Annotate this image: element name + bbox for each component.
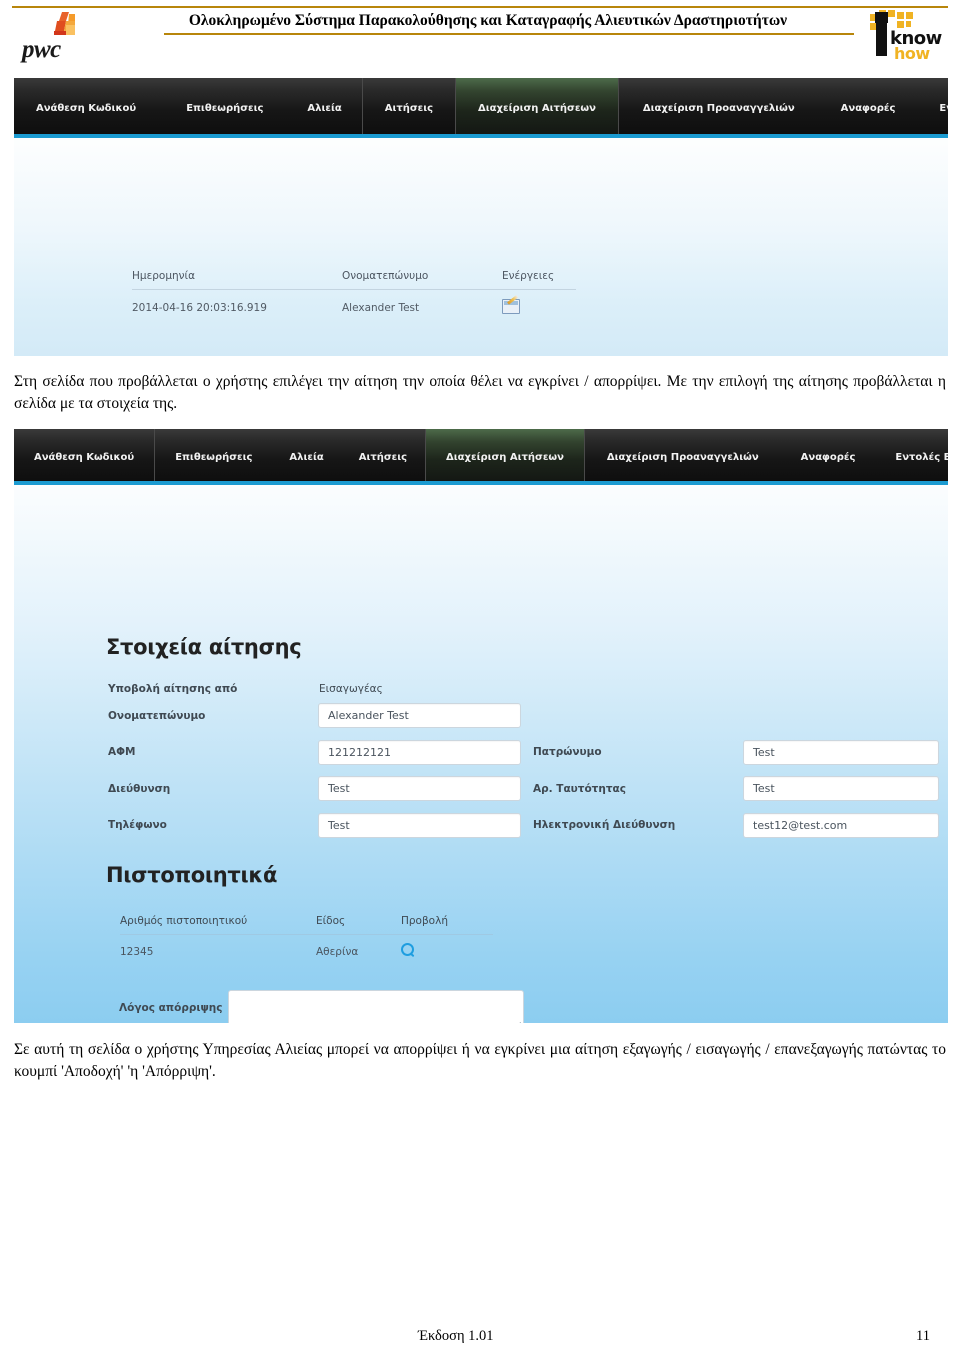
col-date: Ημερομηνία: [132, 266, 342, 290]
table-header-row: Ημερομηνία Ονοματεπώνυμο Ενέργειες: [132, 266, 576, 290]
certificates-header-row: Αριθμός πιστοποιητικού Είδος Προβολή: [120, 913, 493, 935]
page-title: Ολοκληρωμένο Σύστημα Παρακολούθησης και …: [188, 12, 788, 29]
nav-label: Επιθεωρήσεις: [186, 102, 264, 114]
col-certificate-kind: Είδος: [316, 913, 401, 935]
screenshot-application-list: Ανάθεση Κωδικού Επιθεωρήσεις Αλιεία Αιτή…: [14, 78, 948, 356]
nav-label: Διαχείριση Προαναγγελιών: [606, 451, 759, 463]
paragraph-above: Στη σελίδα που προβάλλεται ο χρήστης επι…: [14, 373, 946, 412]
iknowhow-logo: know how: [864, 8, 960, 70]
nav2-item-anafores[interactable]: Αναφορές: [781, 429, 876, 485]
label-phone: Τηλέφωνο: [108, 819, 167, 831]
navbar-1: Ανάθεση Κωδικού Επιθεωρήσεις Αλιεία Αιτή…: [14, 78, 948, 138]
nav2-item-entoles-elegxou[interactable]: Εντολές Ελέγχου: [875, 429, 948, 485]
rejection-reason-textarea[interactable]: [228, 990, 524, 1023]
col-actions: Ενέργειες: [502, 266, 576, 290]
nav-item-diaxeirisi-aitiseon[interactable]: Διαχείριση Αιτήσεων: [455, 78, 619, 138]
search-icon[interactable]: [401, 943, 415, 957]
nav-item-anathesi-kodikou[interactable]: Ανάθεση Κωδικού: [14, 78, 162, 138]
cell-actions: [502, 290, 576, 324]
nav-item-entoles-elegxou[interactable]: Εντολές Ελέγχου: [917, 78, 948, 138]
nav-label: Διαχείριση Αιτήσεων: [478, 102, 596, 114]
nav-label: Διαχείριση Προαναγγελιών: [642, 102, 795, 114]
nav2-item-diaxeirisi-aitiseon[interactable]: Διαχείριση Αιτήσεων: [425, 429, 585, 485]
nav-label: Επιθεωρήσεις: [175, 451, 253, 463]
address-field[interactable]: Test: [318, 776, 521, 801]
footer-version: Έκδοση 1.01: [418, 1328, 494, 1344]
cell-name: Alexander Test: [342, 302, 420, 314]
screenshot-application-details: Ανάθεση Κωδικού Επιθεωρήσεις Αλιεία Αιτή…: [14, 429, 948, 1023]
nav-item-alieia[interactable]: Αλιεία: [287, 78, 363, 138]
nav-label: Αιτήσεις: [358, 451, 408, 463]
cell-certificate-kind: Αθερίνα: [316, 945, 359, 958]
col-name: Ονοματεπώνυμο: [342, 266, 502, 290]
value-submitted-by: Εισαγωγέας: [319, 683, 383, 695]
label-address: Διεύθυνση: [108, 783, 171, 795]
nav-label: Εντολές Ελέγχου: [939, 102, 948, 114]
nav2-item-epitheoriseis[interactable]: Επιθεωρήσεις: [155, 429, 272, 485]
nav2-item-diaxeirisi-proanaggelion[interactable]: Διαχείριση Προαναγγελιών: [585, 429, 781, 485]
nav-label: Διαχείριση Αιτήσεων: [446, 451, 564, 463]
navbar-2: Ανάθεση Κωδικού Επιθεωρήσεις Αλιεία Αιτή…: [14, 429, 948, 485]
fathername-field[interactable]: Test: [743, 740, 939, 765]
certificates-table: Αριθμός πιστοποιητικού Είδος Προβολή 123…: [120, 913, 493, 964]
paragraph-below: Σε αυτή τη σελίδα ο χρήστης Υπηρεσίας Αλ…: [14, 1041, 946, 1080]
label-fullname: Ονοματεπώνυμο: [108, 710, 206, 722]
section-title-certificates: Πιστοποιητικά: [106, 863, 278, 887]
nav-item-epitheoriseis[interactable]: Επιθεωρήσεις: [162, 78, 287, 138]
nav-item-diaxeirisi-proanaggelion[interactable]: Διαχείριση Προαναγγελιών: [619, 78, 819, 138]
email-field[interactable]: test12@test.com: [743, 813, 939, 838]
pwc-logo: pwc: [0, 8, 112, 70]
nav-label: Ανάθεση Κωδικού: [34, 451, 135, 463]
nav-label: Αναφορές: [840, 102, 896, 114]
nav-label: Αναφορές: [800, 451, 856, 463]
nav2-item-alieia[interactable]: Αλιεία: [272, 429, 340, 485]
footer-page-number: 11: [916, 1328, 930, 1344]
label-rejection-reason: Λόγος απόρριψης: [119, 1002, 223, 1014]
label-fathername: Πατρώνυμο: [533, 746, 602, 758]
label-submitted-by: Υποβολή αίτησης από: [108, 683, 238, 695]
screenshot-2-body: Στοιχεία αίτησης Υποβολή αίτησης από Εισ…: [14, 485, 948, 1023]
label-email: Ηλεκτρονική Διεύθυνση: [533, 819, 676, 831]
label-id-number: Αρ. Ταυτότητας: [533, 783, 626, 795]
iknowhow-how-text: how: [894, 44, 930, 63]
page-header: pwc Ολοκληρωμένο Σύστημα Παρακολούθησης …: [0, 0, 960, 78]
cell-certificate-number: 12345: [120, 945, 154, 958]
certificates-row: 12345 Αθερίνα: [120, 935, 493, 965]
nav2-item-aitiseis[interactable]: Αιτήσεις: [341, 429, 425, 485]
iknowhow-i-stem: [876, 22, 887, 56]
section-title-application-details: Στοιχεία αίτησης: [106, 635, 302, 659]
col-certificate-number: Αριθμός πιστοποιητικού: [120, 913, 316, 935]
col-certificate-view: Προβολή: [401, 913, 493, 935]
applications-table: Ημερομηνία Ονοματεπώνυμο Ενέργειες 2014-…: [132, 266, 576, 323]
nav-label: Ανάθεση Κωδικού: [36, 102, 137, 114]
afm-field[interactable]: 121212121: [318, 740, 521, 765]
nav-item-aitiseis[interactable]: Αιτήσεις: [363, 78, 455, 138]
fullname-field[interactable]: Alexander Test: [318, 703, 521, 728]
nav-item-anafores[interactable]: Αναφορές: [819, 78, 918, 138]
nav-label: Εντολές Ελέγχου: [895, 451, 948, 463]
edit-icon[interactable]: [502, 299, 520, 314]
nav-label: Αλιεία: [289, 451, 324, 463]
nav2-item-anathesi-kodikou[interactable]: Ανάθεση Κωδικού: [14, 429, 156, 485]
id-number-field[interactable]: Test: [743, 776, 939, 801]
screenshot-1-body: Ημερομηνία Ονοματεπώνυμο Ενέργειες 2014-…: [14, 138, 948, 356]
cell-certificate-view: [401, 935, 493, 965]
header-bottom-rule: [164, 33, 854, 36]
cell-date: 2014-04-16 20:03:16.919: [132, 302, 267, 314]
pwc-wordmark: pwc: [22, 36, 61, 63]
label-afm: ΑΦΜ: [108, 746, 136, 758]
page-footer: Έκδοση 1.01 11: [0, 1328, 960, 1350]
nav-label: Αλιεία: [307, 102, 342, 114]
table-row[interactable]: 2014-04-16 20:03:16.919 Alexander Test: [132, 290, 576, 324]
rejection-reason-value: [229, 991, 523, 999]
pwc-mark-icon: [48, 12, 82, 38]
phone-field[interactable]: Test: [318, 813, 521, 838]
nav-label: Αιτήσεις: [384, 102, 434, 114]
